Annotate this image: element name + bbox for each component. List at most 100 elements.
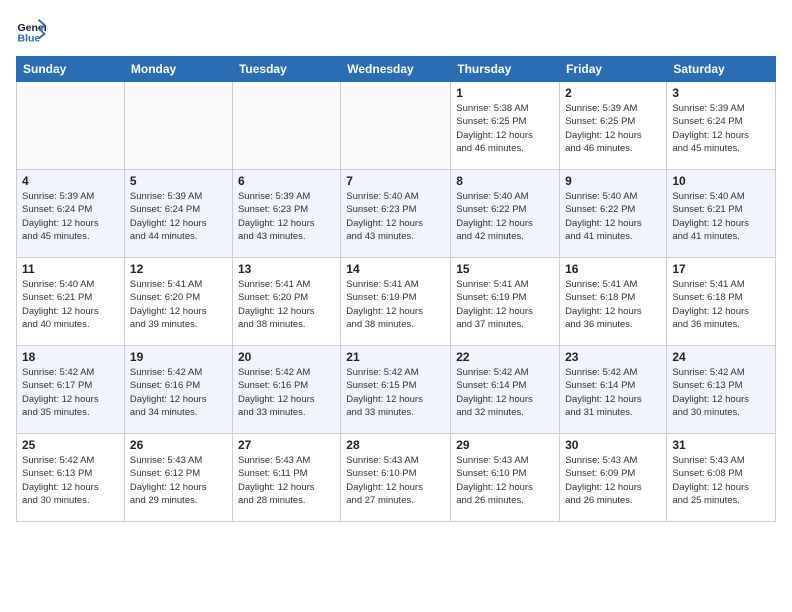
weekday-header-sunday: Sunday xyxy=(17,57,125,82)
calendar-cell: 7 Sunrise: 5:40 AM Sunset: 6:23 PM Daylig… xyxy=(341,170,451,258)
day-number: 15 xyxy=(456,262,554,276)
day-number: 5 xyxy=(130,174,227,188)
day-number: 21 xyxy=(346,350,445,364)
day-info: Sunrise: 5:42 AM Sunset: 6:14 PM Dayligh… xyxy=(456,366,554,419)
day-number: 22 xyxy=(456,350,554,364)
day-info: Sunrise: 5:39 AM Sunset: 6:25 PM Dayligh… xyxy=(565,102,661,155)
day-info: Sunrise: 5:39 AM Sunset: 6:24 PM Dayligh… xyxy=(22,190,119,243)
day-info: Sunrise: 5:43 AM Sunset: 6:09 PM Dayligh… xyxy=(565,454,661,507)
day-info: Sunrise: 5:43 AM Sunset: 6:10 PM Dayligh… xyxy=(346,454,445,507)
calendar-cell: 20 Sunrise: 5:42 AM Sunset: 6:16 PM Dayli… xyxy=(232,346,340,434)
calendar-cell xyxy=(17,82,125,170)
calendar-cell: 4 Sunrise: 5:39 AM Sunset: 6:24 PM Daylig… xyxy=(17,170,125,258)
day-info: Sunrise: 5:41 AM Sunset: 6:20 PM Dayligh… xyxy=(130,278,227,331)
weekday-header-saturday: Saturday xyxy=(667,57,776,82)
day-number: 26 xyxy=(130,438,227,452)
weekday-header-friday: Friday xyxy=(560,57,667,82)
day-number: 23 xyxy=(565,350,661,364)
day-info: Sunrise: 5:40 AM Sunset: 6:22 PM Dayligh… xyxy=(565,190,661,243)
calendar-table: SundayMondayTuesdayWednesdayThursdayFrid… xyxy=(16,56,776,522)
calendar-cell: 23 Sunrise: 5:42 AM Sunset: 6:14 PM Dayli… xyxy=(560,346,667,434)
day-info: Sunrise: 5:41 AM Sunset: 6:18 PM Dayligh… xyxy=(672,278,770,331)
day-number: 6 xyxy=(238,174,335,188)
day-info: Sunrise: 5:41 AM Sunset: 6:18 PM Dayligh… xyxy=(565,278,661,331)
calendar-cell: 28 Sunrise: 5:43 AM Sunset: 6:10 PM Dayli… xyxy=(341,434,451,522)
calendar-cell: 6 Sunrise: 5:39 AM Sunset: 6:23 PM Daylig… xyxy=(232,170,340,258)
day-info: Sunrise: 5:40 AM Sunset: 6:21 PM Dayligh… xyxy=(672,190,770,243)
day-number: 20 xyxy=(238,350,335,364)
logo-icon: General Blue xyxy=(16,16,46,46)
calendar-cell: 2 Sunrise: 5:39 AM Sunset: 6:25 PM Daylig… xyxy=(560,82,667,170)
weekday-header-row: SundayMondayTuesdayWednesdayThursdayFrid… xyxy=(17,57,776,82)
day-info: Sunrise: 5:42 AM Sunset: 6:13 PM Dayligh… xyxy=(672,366,770,419)
day-number: 7 xyxy=(346,174,445,188)
day-number: 27 xyxy=(238,438,335,452)
day-info: Sunrise: 5:41 AM Sunset: 6:19 PM Dayligh… xyxy=(346,278,445,331)
day-info: Sunrise: 5:38 AM Sunset: 6:25 PM Dayligh… xyxy=(456,102,554,155)
calendar-cell: 21 Sunrise: 5:42 AM Sunset: 6:15 PM Dayli… xyxy=(341,346,451,434)
day-number: 29 xyxy=(456,438,554,452)
day-info: Sunrise: 5:42 AM Sunset: 6:14 PM Dayligh… xyxy=(565,366,661,419)
calendar-cell: 31Sunrise: 5:43 AM Sunset: 6:08 PM Dayli… xyxy=(667,434,776,522)
day-number: 11 xyxy=(22,262,119,276)
day-info: Sunrise: 5:42 AM Sunset: 6:16 PM Dayligh… xyxy=(238,366,335,419)
day-info: Sunrise: 5:43 AM Sunset: 6:10 PM Dayligh… xyxy=(456,454,554,507)
day-number: 12 xyxy=(130,262,227,276)
day-number: 19 xyxy=(130,350,227,364)
day-info: Sunrise: 5:42 AM Sunset: 6:13 PM Dayligh… xyxy=(22,454,119,507)
day-number: 17 xyxy=(672,262,770,276)
day-info: Sunrise: 5:39 AM Sunset: 6:23 PM Dayligh… xyxy=(238,190,335,243)
calendar-cell: 16 Sunrise: 5:41 AM Sunset: 6:18 PM Dayli… xyxy=(560,258,667,346)
day-number: 3 xyxy=(672,86,770,100)
calendar-cell: 15 Sunrise: 5:41 AM Sunset: 6:19 PM Dayli… xyxy=(451,258,560,346)
day-number: 16 xyxy=(565,262,661,276)
calendar-week-row: 4 Sunrise: 5:39 AM Sunset: 6:24 PM Daylig… xyxy=(17,170,776,258)
day-info: Sunrise: 5:43 AM Sunset: 6:11 PM Dayligh… xyxy=(238,454,335,507)
calendar-cell: 19 Sunrise: 5:42 AM Sunset: 6:16 PM Dayli… xyxy=(124,346,232,434)
calendar-week-row: 18Sunrise: 5:42 AM Sunset: 6:17 PM Dayli… xyxy=(17,346,776,434)
calendar-week-row: 1 Sunrise: 5:38 AM Sunset: 6:25 PM Daylig… xyxy=(17,82,776,170)
day-info: Sunrise: 5:40 AM Sunset: 6:23 PM Dayligh… xyxy=(346,190,445,243)
calendar-cell: 25 Sunrise: 5:42 AM Sunset: 6:13 PM Dayli… xyxy=(17,434,125,522)
day-info: Sunrise: 5:41 AM Sunset: 6:20 PM Dayligh… xyxy=(238,278,335,331)
calendar-cell: 5 Sunrise: 5:39 AM Sunset: 6:24 PM Daylig… xyxy=(124,170,232,258)
calendar-cell: 11 Sunrise: 5:40 AM Sunset: 6:21 PM Dayli… xyxy=(17,258,125,346)
day-number: 9 xyxy=(565,174,661,188)
calendar-week-row: 11 Sunrise: 5:40 AM Sunset: 6:21 PM Dayli… xyxy=(17,258,776,346)
day-number: 14 xyxy=(346,262,445,276)
day-info: Sunrise: 5:40 AM Sunset: 6:21 PM Dayligh… xyxy=(22,278,119,331)
page-header: General Blue xyxy=(16,16,776,46)
calendar-cell: 1 Sunrise: 5:38 AM Sunset: 6:25 PM Daylig… xyxy=(451,82,560,170)
calendar-cell: 22 Sunrise: 5:42 AM Sunset: 6:14 PM Dayli… xyxy=(451,346,560,434)
calendar-cell: 18Sunrise: 5:42 AM Sunset: 6:17 PM Dayli… xyxy=(17,346,125,434)
day-number: 2 xyxy=(565,86,661,100)
day-info: Sunrise: 5:42 AM Sunset: 6:17 PM Dayligh… xyxy=(22,366,119,419)
day-number: 4 xyxy=(22,174,119,188)
day-number: 10 xyxy=(672,174,770,188)
calendar-cell: 29 Sunrise: 5:43 AM Sunset: 6:10 PM Dayli… xyxy=(451,434,560,522)
weekday-header-wednesday: Wednesday xyxy=(341,57,451,82)
calendar-week-row: 25 Sunrise: 5:42 AM Sunset: 6:13 PM Dayli… xyxy=(17,434,776,522)
day-info: Sunrise: 5:40 AM Sunset: 6:22 PM Dayligh… xyxy=(456,190,554,243)
calendar-cell xyxy=(124,82,232,170)
calendar-cell: 24Sunrise: 5:42 AM Sunset: 6:13 PM Dayli… xyxy=(667,346,776,434)
logo: General Blue xyxy=(16,16,50,46)
calendar-cell: 10 Sunrise: 5:40 AM Sunset: 6:21 PM Dayli… xyxy=(667,170,776,258)
day-number: 30 xyxy=(565,438,661,452)
calendar-cell xyxy=(232,82,340,170)
calendar-cell: 9 Sunrise: 5:40 AM Sunset: 6:22 PM Daylig… xyxy=(560,170,667,258)
day-number: 1 xyxy=(456,86,554,100)
calendar-cell: 27 Sunrise: 5:43 AM Sunset: 6:11 PM Dayli… xyxy=(232,434,340,522)
day-info: Sunrise: 5:41 AM Sunset: 6:19 PM Dayligh… xyxy=(456,278,554,331)
svg-text:Blue: Blue xyxy=(18,33,41,45)
calendar-cell: 13Sunrise: 5:41 AM Sunset: 6:20 PM Dayli… xyxy=(232,258,340,346)
day-info: Sunrise: 5:42 AM Sunset: 6:16 PM Dayligh… xyxy=(130,366,227,419)
day-number: 28 xyxy=(346,438,445,452)
day-info: Sunrise: 5:39 AM Sunset: 6:24 PM Dayligh… xyxy=(672,102,770,155)
calendar-cell xyxy=(341,82,451,170)
day-number: 25 xyxy=(22,438,119,452)
day-info: Sunrise: 5:42 AM Sunset: 6:15 PM Dayligh… xyxy=(346,366,445,419)
day-info: Sunrise: 5:39 AM Sunset: 6:24 PM Dayligh… xyxy=(130,190,227,243)
weekday-header-monday: Monday xyxy=(124,57,232,82)
calendar-cell: 26Sunrise: 5:43 AM Sunset: 6:12 PM Dayli… xyxy=(124,434,232,522)
